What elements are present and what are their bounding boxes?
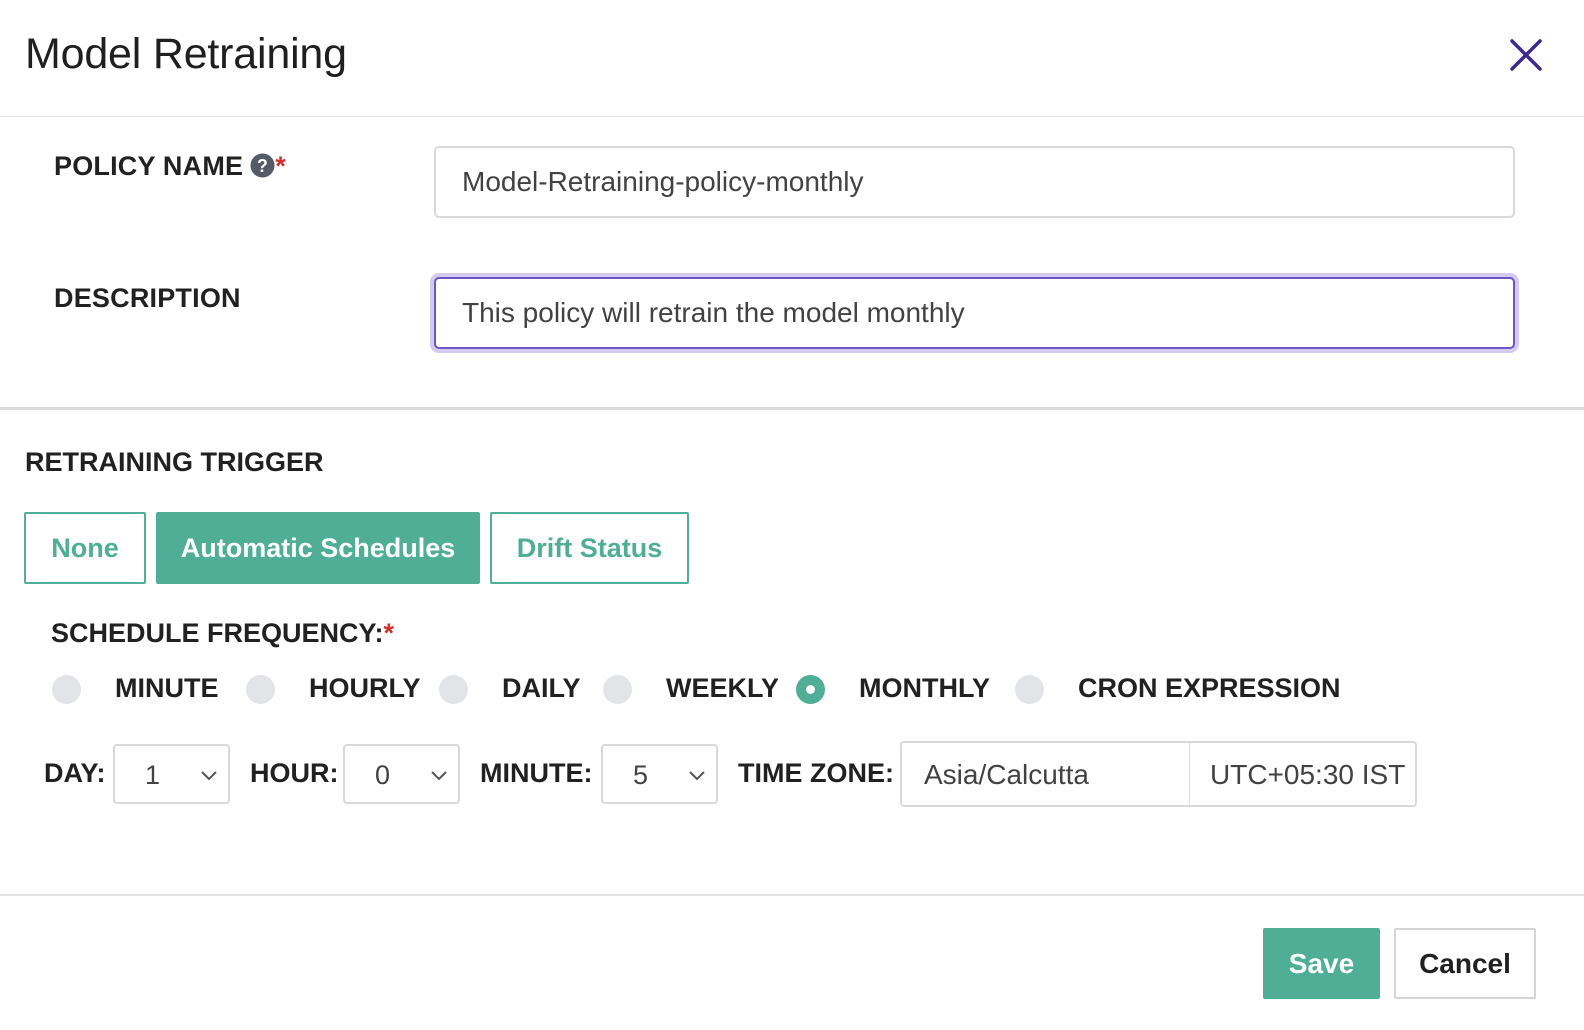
cancel-button[interactable]: Cancel [1394, 928, 1536, 999]
minute-label: MINUTE: [480, 758, 593, 788]
hour-select-value: 0 [375, 760, 391, 790]
chevron-down-icon [431, 771, 447, 781]
time-zone-offset: UTC+05:30 IST [1210, 759, 1406, 790]
description-input[interactable] [434, 277, 1515, 349]
day-label: DAY: [44, 758, 106, 788]
trigger-drift-status-button[interactable]: Drift Status [490, 512, 689, 584]
policy-name-label-text: POLICY NAME [54, 151, 244, 181]
chevron-down-icon [689, 771, 705, 781]
chevron-down-icon [201, 771, 217, 781]
radio-minute-label[interactable]: MINUTE [115, 673, 219, 704]
description-label: DESCRIPTION [54, 283, 241, 313]
radio-monthly-label[interactable]: MONTHLY [859, 673, 990, 704]
question-circle-icon[interactable]: ? [250, 153, 275, 178]
minute-select-value: 5 [633, 760, 649, 790]
save-button[interactable]: Save [1263, 928, 1380, 999]
radio-daily-label[interactable]: DAILY [502, 673, 581, 704]
footer-divider [0, 894, 1584, 896]
radio-cron-expression[interactable] [1015, 675, 1044, 704]
minute-select[interactable]: 5 [601, 744, 718, 804]
radio-hourly-label[interactable]: HOURLY [309, 673, 421, 704]
section-divider [0, 407, 1584, 410]
dialog-title: Model Retraining [25, 30, 347, 78]
radio-minute[interactable] [52, 675, 81, 704]
close-icon[interactable] [1507, 36, 1545, 74]
time-zone-name: Asia/Calcutta [924, 759, 1089, 790]
required-mark: * [275, 151, 286, 181]
time-zone-label: TIME ZONE: [738, 758, 894, 788]
radio-hourly[interactable] [246, 675, 275, 704]
svg-text:?: ? [257, 156, 268, 176]
hour-label: HOUR: [250, 758, 339, 788]
radio-weekly-label[interactable]: WEEKLY [666, 673, 779, 704]
required-mark: * [383, 618, 395, 648]
radio-monthly[interactable] [796, 675, 825, 704]
radio-weekly[interactable] [603, 675, 632, 704]
retraining-trigger-title: RETRAINING TRIGGER [25, 447, 324, 477]
hour-select[interactable]: 0 [343, 744, 460, 804]
day-select-value: 1 [145, 760, 161, 790]
time-zone-separator [1189, 743, 1190, 805]
schedule-frequency-label: SCHEDULE FREQUENCY:* [51, 618, 394, 649]
day-select[interactable]: 1 [113, 744, 230, 804]
policy-name-label: POLICY NAME? * [54, 151, 286, 182]
schedule-frequency-label-text: SCHEDULE FREQUENCY: [51, 618, 384, 648]
trigger-automatic-schedules-button[interactable]: Automatic Schedules [156, 512, 480, 584]
dialog-header: Model Retraining [0, 0, 1584, 117]
trigger-none-button[interactable]: None [24, 512, 146, 584]
policy-name-input[interactable] [434, 146, 1515, 218]
radio-cron-expression-label[interactable]: CRON EXPRESSION [1078, 673, 1341, 704]
time-zone-select[interactable]: Asia/Calcutta UTC+05:30 IST [900, 741, 1417, 807]
radio-daily[interactable] [439, 675, 468, 704]
